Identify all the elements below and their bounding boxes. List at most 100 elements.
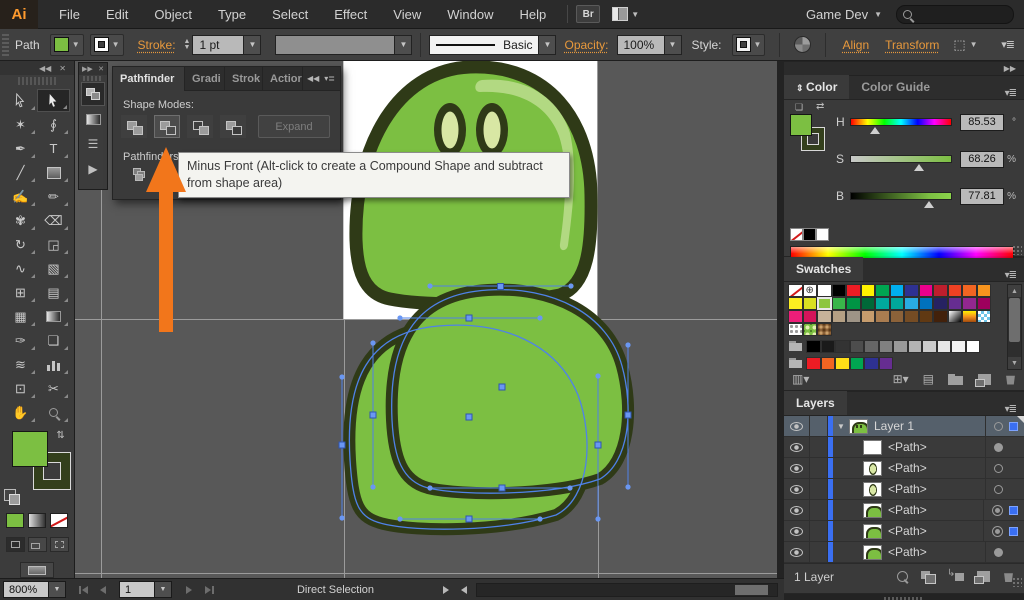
visibility-toggle[interactable]: [784, 500, 810, 520]
shape-mode-unite[interactable]: [121, 115, 147, 138]
stroke-panel-link[interactable]: Stroke:: [138, 38, 176, 52]
path-row[interactable]: <Path>: [784, 458, 1024, 479]
shape-mode-intersect[interactable]: [187, 115, 213, 138]
tools-panel-grip[interactable]: [18, 77, 56, 85]
opacity-field[interactable]: 100%: [617, 35, 665, 55]
close-icon[interactable]: ✕: [98, 65, 104, 73]
swatch[interactable]: [803, 310, 818, 323]
swatch[interactable]: [875, 284, 890, 297]
menu-select[interactable]: Select: [259, 0, 321, 29]
white-swatch[interactable]: [816, 228, 829, 241]
close-icon[interactable]: ✕: [59, 64, 66, 73]
paintbrush-tool[interactable]: ✍: [4, 185, 37, 208]
swatch[interactable]: [846, 297, 861, 310]
swatch[interactable]: [832, 284, 847, 297]
dock-grip[interactable]: [83, 76, 103, 81]
swatch[interactable]: [933, 297, 948, 310]
panel-resize-grip[interactable]: [1012, 245, 1022, 255]
swatch[interactable]: [904, 284, 919, 297]
slider-track-h[interactable]: [850, 118, 952, 126]
rectangle-tool[interactable]: [37, 161, 70, 184]
draw-normal-button[interactable]: [6, 537, 25, 552]
layer-thumbnail[interactable]: [863, 482, 882, 497]
gray-group-swatch[interactable]: [821, 340, 836, 353]
tab-pathfinder[interactable]: Pathfinder: [113, 67, 185, 91]
panel-resize-grip[interactable]: [1012, 577, 1022, 587]
path-row[interactable]: <Path>: [784, 521, 1024, 542]
gray-group-swatch[interactable]: [908, 340, 923, 353]
swatch[interactable]: [933, 284, 948, 297]
gray-group-swatch[interactable]: [850, 340, 865, 353]
swatch[interactable]: [861, 310, 876, 323]
blend-tool[interactable]: ❏: [37, 329, 70, 352]
disclosure-triangle[interactable]: ▼: [837, 422, 849, 431]
dock-icon-gradient[interactable]: [81, 107, 105, 131]
brush-definition-field[interactable]: [275, 35, 395, 55]
swatch[interactable]: [861, 297, 876, 310]
swatch[interactable]: [788, 297, 803, 310]
pattern-swatch[interactable]: [803, 323, 818, 336]
collapse-panel-icon[interactable]: ◀◀: [307, 74, 319, 83]
width-tool[interactable]: ∿: [4, 257, 37, 280]
layer-thumbnail[interactable]: [863, 524, 882, 539]
magic-wand-tool[interactable]: ✶: [4, 113, 37, 136]
layer-thumbnail[interactable]: [863, 545, 882, 560]
tab-swatches[interactable]: Swatches: [784, 257, 863, 281]
target-icon[interactable]: [994, 485, 1003, 494]
path-row[interactable]: <Path>: [784, 437, 1024, 458]
stroke-color-dropdown[interactable]: ▼: [90, 34, 124, 56]
zoom-tool[interactable]: [37, 401, 70, 424]
layer-name[interactable]: <Path>: [888, 440, 927, 454]
menu-window[interactable]: Window: [434, 0, 506, 29]
brush-definition-dropdown[interactable]: ▼: [395, 35, 412, 55]
gray-group-folder-icon[interactable]: [788, 340, 804, 353]
swap-fill-stroke-icon[interactable]: ⇄: [55, 430, 66, 438]
control-bar-grip[interactable]: [2, 34, 9, 56]
target-icon[interactable]: [994, 443, 1003, 452]
swatch[interactable]: [919, 310, 934, 323]
dock-icon-actions[interactable]: ▶: [81, 157, 105, 181]
path-row[interactable]: <Path>: [784, 500, 1024, 521]
tab-layers[interactable]: Layers: [784, 391, 847, 415]
gray-group-swatch[interactable]: [806, 340, 821, 353]
lock-toggle[interactable]: [810, 479, 828, 499]
swatch[interactable]: [861, 284, 876, 297]
locate-object-icon[interactable]: [897, 571, 908, 582]
fill-color-indicator[interactable]: [12, 431, 48, 467]
line-segment-tool[interactable]: ╱: [4, 161, 37, 184]
swatch[interactable]: [803, 297, 818, 310]
menu-edit[interactable]: Edit: [93, 0, 141, 29]
swatch[interactable]: [832, 297, 847, 310]
none-mode-button[interactable]: [50, 513, 68, 528]
opacity-dropdown[interactable]: ▼: [665, 35, 682, 55]
swatch[interactable]: ⊕: [803, 284, 818, 297]
direct-selection-tool[interactable]: [37, 89, 70, 112]
shape-mode-exclude[interactable]: [220, 115, 246, 138]
search-input[interactable]: [917, 8, 1007, 20]
mesh-tool[interactable]: ▦: [4, 305, 37, 328]
layer-name[interactable]: <Path>: [888, 524, 927, 538]
slider-thumb[interactable]: [914, 164, 924, 171]
canvas[interactable]: Pathfinder Gradi Strok Actior ◀◀ ▾≣ Shap…: [75, 61, 777, 578]
panel-menu-icon[interactable]: ▾≣: [1005, 88, 1024, 99]
free-transform-tool[interactable]: ▧: [37, 257, 70, 280]
search-box[interactable]: [896, 5, 1014, 24]
swatch[interactable]: [977, 297, 992, 310]
black-swatch[interactable]: [803, 228, 816, 241]
visibility-toggle[interactable]: [784, 458, 810, 478]
scale-tool[interactable]: ◲: [37, 233, 70, 256]
perspective-grid-tool[interactable]: ▤: [37, 281, 70, 304]
tab-actions[interactable]: Actior: [263, 67, 303, 91]
new-sublayer-icon[interactable]: [948, 571, 964, 583]
rotate-tool[interactable]: ↻: [4, 233, 37, 256]
lock-toggle[interactable]: [810, 416, 828, 436]
eraser-tool[interactable]: ⌫: [37, 209, 70, 232]
first-artboard-button[interactable]: [74, 582, 92, 598]
swatch-options-icon[interactable]: ▤: [923, 372, 934, 386]
dock-icon-pathfinder[interactable]: [81, 82, 105, 106]
selection-tool[interactable]: [4, 89, 37, 112]
gray-group-swatch[interactable]: [922, 340, 937, 353]
swatch[interactable]: [817, 310, 832, 323]
swatch[interactable]: [919, 297, 934, 310]
new-layer-icon[interactable]: [977, 571, 990, 582]
